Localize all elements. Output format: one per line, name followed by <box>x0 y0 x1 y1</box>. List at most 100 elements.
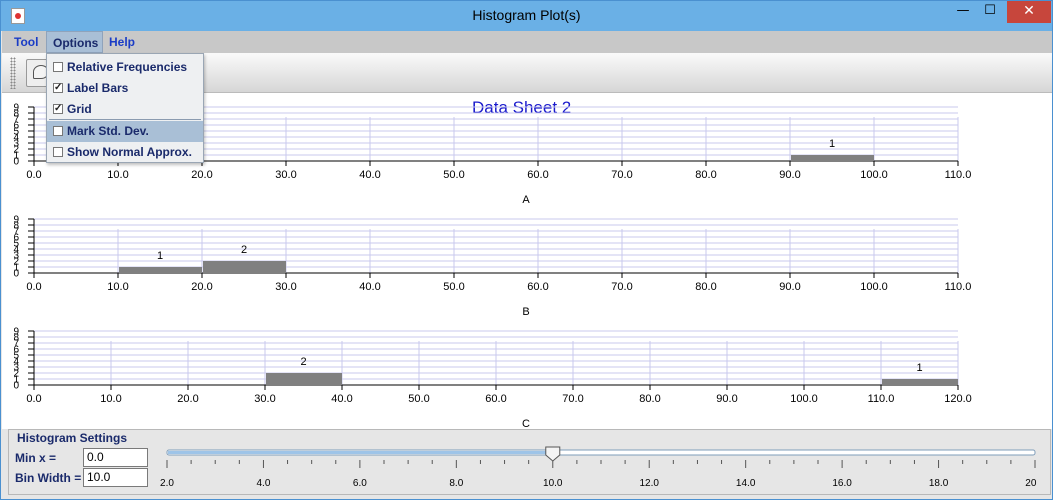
x-tick-label: 0.0 <box>26 281 41 293</box>
x-tick-label: 0.0 <box>26 169 41 181</box>
bar-count-label: 1 <box>157 250 163 262</box>
x-tick-label: 120.0 <box>944 393 972 405</box>
x-tick-label: 110.0 <box>945 281 972 293</box>
slider-tick-label: 4.0 <box>256 478 270 489</box>
x-tick-label: 90.0 <box>779 169 800 181</box>
menu-separator <box>49 119 201 120</box>
x-tick-label: 80.0 <box>695 169 716 181</box>
bar-count-label: 2 <box>300 356 306 368</box>
app-window: Histogram Plot(s) — ☐ ✕ Tool Options Hel… <box>0 0 1053 500</box>
y-tick-label: 9 <box>13 215 19 226</box>
slider-tick-label: 20.0 <box>1025 478 1037 489</box>
min-x-input[interactable]: 0.0 <box>83 448 148 467</box>
menu-item-grid[interactable]: ✓ Grid <box>47 99 203 120</box>
x-tick-label: 90.0 <box>779 281 800 293</box>
x-tick-label: 10.0 <box>107 281 128 293</box>
x-tick-label: 60.0 <box>485 393 506 405</box>
x-tick-label: 80.0 <box>695 281 716 293</box>
x-tick-label: 20.0 <box>191 281 212 293</box>
histogram-C: 01234567890.0 10.0 20.0 30.0 40.0 50.0 60.0 70.… <box>13 327 971 430</box>
x-tick-label: 30.0 <box>275 169 296 181</box>
x-tick-label: 100.0 <box>860 169 888 181</box>
slider-tick-label: 12.0 <box>639 478 659 489</box>
x-tick-label: 90.0 <box>716 393 737 405</box>
menu-item-relative-frequencies[interactable]: Relative Frequencies <box>47 57 203 78</box>
x-tick-label: 80.0 <box>639 393 660 405</box>
menu-item-label-bars[interactable]: ✓ Label Bars <box>47 78 203 99</box>
slider-tick-label: 18.0 <box>929 478 949 489</box>
checkbox-grid[interactable]: ✓ <box>53 104 63 114</box>
x-tick-label: 70.0 <box>611 281 632 293</box>
window-title: Histogram Plot(s) <box>472 7 581 23</box>
slider-tick-label: 10.0 <box>543 478 563 489</box>
checkbox-mark-std-dev[interactable] <box>53 126 63 136</box>
x-tick-label: 30.0 <box>275 281 296 293</box>
x-tick-label: 60.0 <box>527 169 548 181</box>
menu-help[interactable]: Help <box>103 31 141 53</box>
y-tick-label: 9 <box>13 103 19 114</box>
x-axis-label: B <box>522 306 529 318</box>
x-tick-label: 110.0 <box>868 393 895 405</box>
x-axis-label: A <box>522 194 530 206</box>
x-tick-label: 50.0 <box>408 393 429 405</box>
checkbox-relative-frequencies[interactable] <box>53 62 63 72</box>
slider-tick-label: 6.0 <box>353 478 367 489</box>
x-axis-label: C <box>522 418 530 429</box>
menu-item-show-normal-approx[interactable]: Show Normal Approx. <box>47 142 203 163</box>
menu-bar: Tool Options Help <box>2 31 1052 53</box>
x-tick-label: 10.0 <box>100 393 121 405</box>
menu-item-label: Mark Std. Dev. <box>67 124 149 138</box>
menu-item-label: Relative Frequencies <box>67 60 188 74</box>
x-tick-label: 30.0 <box>254 393 275 405</box>
x-tick-label: 50.0 <box>443 281 464 293</box>
x-tick-label: 40.0 <box>359 169 380 181</box>
slider-thumb[interactable] <box>545 446 561 462</box>
bar-count-label: 1 <box>829 138 835 150</box>
histogram-bar <box>203 261 286 273</box>
x-tick-label: 110.0 <box>945 169 972 181</box>
close-button[interactable]: ✕ <box>1007 1 1051 23</box>
menu-item-label: Grid <box>67 102 92 116</box>
menu-item-label: Show Normal Approx. <box>67 145 192 159</box>
x-tick-label: 70.0 <box>562 393 583 405</box>
x-tick-label: 50.0 <box>443 169 464 181</box>
bin-width-slider[interactable]: 2.0 4.0 6.0 8.0 10.0 12.0 14.0 16.0 18.0 20.0 <box>157 446 1037 492</box>
minimize-button[interactable]: — <box>949 1 977 23</box>
maximize-button[interactable]: ☐ <box>976 1 1004 23</box>
bar-count-label: 2 <box>241 244 247 256</box>
bin-width-input[interactable]: 10.0 <box>83 468 148 487</box>
slider-tick-label: 8.0 <box>449 478 463 489</box>
x-tick-label: 0.0 <box>26 393 41 405</box>
bin-width-label: Bin Width = <box>15 471 82 485</box>
settings-title: Histogram Settings <box>17 431 128 445</box>
histogram-bar <box>791 155 874 161</box>
x-tick-label: 60.0 <box>527 281 548 293</box>
checkbox-label-bars[interactable]: ✓ <box>53 83 63 93</box>
slider-tick-label: 16.0 <box>832 478 852 489</box>
histogram-bar <box>266 373 342 385</box>
histogram-B: 01234567890.0 10.0 20.0 30.0 40.0 50.0 60.0 70.… <box>13 215 971 319</box>
slider-tick-label: 14.0 <box>736 478 756 489</box>
min-x-label: Min x = <box>15 451 57 465</box>
histogram-settings-panel: Histogram Settings Min x = 0.0 Bin Width… <box>8 429 1051 495</box>
checkbox-show-normal-approx[interactable] <box>53 147 63 157</box>
title-bar[interactable]: Histogram Plot(s) — ☐ ✕ <box>1 1 1052 31</box>
x-tick-label: 100.0 <box>790 393 818 405</box>
menu-item-mark-std-dev[interactable]: Mark Std. Dev. <box>47 121 203 142</box>
x-tick-label: 40.0 <box>331 393 352 405</box>
x-tick-label: 20.0 <box>191 169 212 181</box>
x-tick-label: 10.0 <box>107 169 128 181</box>
menu-options[interactable]: Options <box>46 31 103 53</box>
menu-item-label: Label Bars <box>67 81 129 95</box>
x-tick-label: 20.0 <box>177 393 198 405</box>
histogram-bar <box>882 379 958 385</box>
x-tick-label: 70.0 <box>611 169 632 181</box>
histogram-bar <box>119 267 202 273</box>
options-dropdown-menu: Relative Frequencies ✓ Label Bars ✓ Grid M… <box>46 53 204 163</box>
slider-tick-label: 2.0 <box>160 478 174 489</box>
toolbar-grip-handle[interactable] <box>10 57 16 89</box>
x-tick-label: 100.0 <box>860 281 888 293</box>
slider-fill <box>168 451 554 454</box>
y-tick-label: 9 <box>13 327 19 338</box>
menu-tool[interactable]: Tool <box>8 31 44 53</box>
